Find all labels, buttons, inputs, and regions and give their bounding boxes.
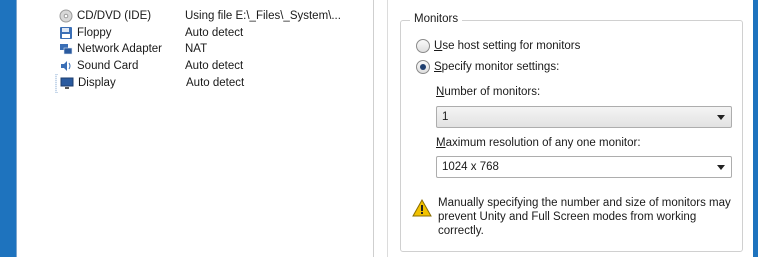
device-summary: Auto detect	[186, 77, 245, 89]
dialog-body: CD/DVD (IDE) Using file E:\_Files\_Syste…	[16, 0, 753, 257]
monitors-group-title: Monitors	[410, 13, 463, 25]
device-name: Network Adapter	[77, 43, 163, 55]
number-of-monitors-label: Number of monitors:	[436, 86, 541, 98]
sound-icon	[59, 59, 73, 73]
device-name: CD/DVD (IDE)	[77, 10, 152, 22]
device-name: Floppy	[77, 26, 112, 39]
monitors-pane: Monitors Use host setting for monitors S…	[388, 0, 753, 257]
dropdown-value: 1	[442, 111, 449, 123]
device-row-sound[interactable]: Sound Card Auto detect	[55, 58, 243, 75]
device-row-floppy[interactable]: Floppy Auto detect	[55, 25, 243, 42]
device-summary: Auto detect	[185, 59, 244, 72]
device-row-network[interactable]: Network Adapter NAT	[55, 41, 207, 58]
network-icon	[59, 42, 73, 56]
radio-circle	[416, 39, 430, 53]
chevron-down-icon	[717, 115, 725, 120]
device-name: Sound Card	[77, 59, 139, 72]
warning-icon	[412, 198, 432, 217]
device-summary: NAT	[185, 43, 208, 55]
device-list-pane: CD/DVD (IDE) Using file E:\_Files\_Syste…	[35, 0, 361, 257]
device-summary: Auto detect	[185, 26, 244, 39]
device-row-cd[interactable]: CD/DVD (IDE) Using file E:\_Files\_Syste…	[55, 8, 341, 25]
device-list: CD/DVD (IDE) Using file E:\_Files\_Syste…	[55, 8, 341, 93]
pane-divider	[373, 0, 374, 257]
device-row-display[interactable]: Display Auto detect	[55, 74, 244, 93]
device-summary: Using file E:\_Files\_System\...	[185, 10, 341, 22]
dropdown-value: 1024 x 768	[442, 161, 499, 173]
floppy-icon	[59, 26, 73, 40]
display-icon	[60, 76, 74, 90]
radio-circle-selected	[416, 60, 430, 74]
warning-message: Manually specifying the number and size …	[438, 197, 731, 237]
radio-label: Use host setting for monitors	[434, 40, 581, 52]
number-of-monitors-dropdown[interactable]: 1	[436, 106, 732, 128]
chevron-down-icon	[717, 165, 725, 170]
radio-label: Specify monitor settings:	[434, 61, 560, 73]
max-resolution-dropdown[interactable]: 1024 x 768	[436, 156, 732, 178]
cd-icon	[59, 9, 73, 23]
max-resolution-label: Maximum resolution of any one monitor:	[436, 137, 641, 149]
device-name: Display	[78, 77, 116, 89]
